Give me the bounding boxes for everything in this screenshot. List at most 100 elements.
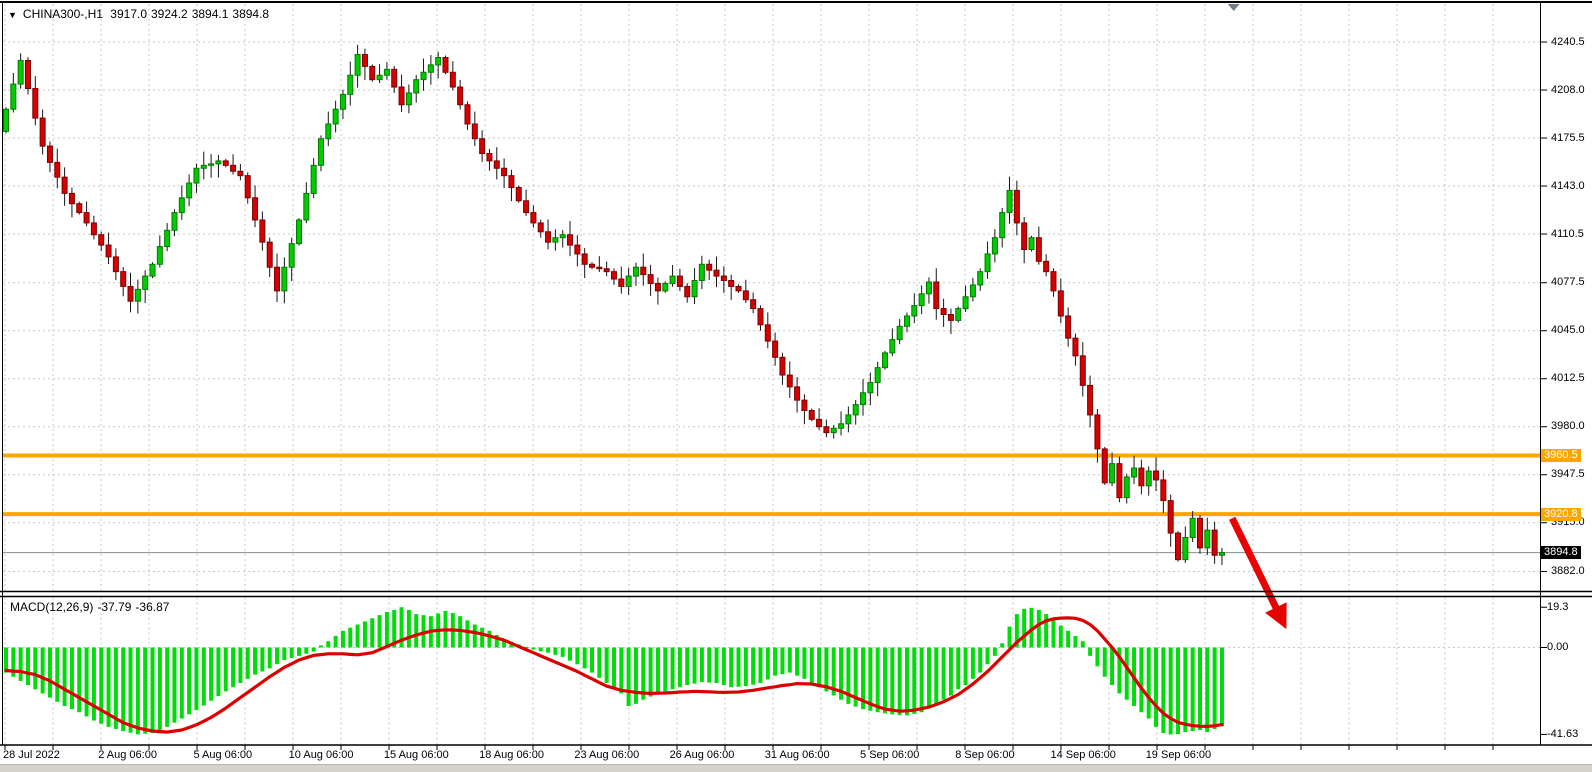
macd-histogram-bar xyxy=(1037,610,1041,648)
candle-body xyxy=(582,254,587,264)
macd-histogram-bar xyxy=(187,648,191,715)
candle-body xyxy=(1088,385,1093,415)
candle-body xyxy=(362,55,367,67)
candle-body xyxy=(25,60,30,88)
macd-histogram-bar xyxy=(77,648,81,713)
time-axis-label: 28 Jul 2022 xyxy=(3,749,60,761)
macd-histogram-bar xyxy=(224,648,228,692)
candle-body xyxy=(1176,533,1181,560)
macd-axis-label: 0.00 xyxy=(1547,641,1568,653)
candle-body xyxy=(729,281,734,287)
macd-histogram-bar xyxy=(817,648,821,688)
candle-body xyxy=(223,161,228,165)
macd-histogram-bar xyxy=(473,625,477,648)
candle-body xyxy=(758,309,763,325)
candle-body xyxy=(655,283,660,290)
candle-body xyxy=(516,187,521,200)
candle-body xyxy=(370,66,375,79)
candle-body xyxy=(890,340,895,353)
candle-body xyxy=(62,177,67,193)
price-axis-label: 4175.5 xyxy=(1551,132,1585,144)
candle-body xyxy=(699,264,704,280)
macd-histogram-bar xyxy=(48,648,52,698)
candle-body xyxy=(802,400,807,410)
price-axis-label: 4012.5 xyxy=(1551,372,1585,384)
candle-body xyxy=(875,368,880,383)
macd-histogram-bar xyxy=(1095,648,1099,667)
candle-body xyxy=(297,220,302,244)
chart-dropdown-arrow[interactable]: ▼ xyxy=(8,10,17,20)
macd-main-value: -37.79 xyxy=(97,600,131,614)
candle-body xyxy=(948,314,953,320)
macd-histogram-bar xyxy=(356,625,360,648)
candle-body xyxy=(663,283,668,290)
candle-body xyxy=(1036,238,1041,262)
macd-axis-label: 19.3 xyxy=(1547,601,1568,613)
macd-histogram-bar xyxy=(634,648,638,704)
candle-body xyxy=(736,286,741,290)
macd-histogram-bar xyxy=(971,648,975,679)
chart-shift-marker-icon[interactable] xyxy=(1228,4,1240,11)
macd-histogram-bar xyxy=(4,648,8,673)
macd-histogram-bar xyxy=(151,648,155,734)
candle-body xyxy=(465,105,470,124)
candle-body xyxy=(245,176,250,198)
candle-body xyxy=(912,306,917,316)
candle-body xyxy=(99,235,104,245)
candle-body xyxy=(1007,190,1012,212)
candle-body xyxy=(1219,553,1224,556)
candle-body xyxy=(253,198,258,220)
candle-body xyxy=(4,109,9,131)
candle-body xyxy=(568,235,573,245)
quote-open: 3917.0 xyxy=(110,7,147,21)
time-axis-label: 19 Sep 06:00 xyxy=(1146,749,1211,761)
price-chart-canvas[interactable] xyxy=(0,0,1592,772)
candle-body xyxy=(611,272,616,279)
candle-body xyxy=(11,84,16,109)
candle-body xyxy=(831,428,836,432)
candle-body xyxy=(443,58,448,73)
candle-body xyxy=(201,165,206,168)
macd-histogram-bar xyxy=(334,636,338,647)
bottom-scroll-strip[interactable] xyxy=(0,764,1592,772)
macd-histogram-bar xyxy=(539,648,543,652)
macd-histogram-bar xyxy=(1220,648,1224,727)
price-axis-label: 4143.0 xyxy=(1551,180,1585,192)
candle-body xyxy=(1095,415,1100,449)
candle-body xyxy=(1168,501,1173,533)
candle-body xyxy=(377,75,382,79)
macd-histogram-bar xyxy=(729,648,733,688)
time-axis-label: 10 Aug 06:00 xyxy=(289,749,354,761)
macd-histogram-bar xyxy=(1125,648,1129,700)
candle-body xyxy=(677,276,682,286)
candle-body xyxy=(472,124,477,139)
macd-histogram-bar xyxy=(744,648,748,687)
time-axis-label: 15 Aug 06:00 xyxy=(384,749,449,761)
macd-histogram-bar xyxy=(1022,609,1026,648)
candle-body xyxy=(546,232,551,242)
candle-body xyxy=(1000,213,1005,238)
candle-body xyxy=(597,267,602,268)
candle-body xyxy=(1080,356,1085,386)
macd-histogram-bar xyxy=(920,648,924,713)
candle-body xyxy=(348,75,353,94)
macd-histogram-bar xyxy=(678,648,682,688)
macd-histogram-bar xyxy=(927,648,931,709)
macd-histogram-bar xyxy=(1008,627,1012,648)
candle-body xyxy=(113,257,118,272)
macd-histogram-bar xyxy=(605,648,609,683)
candle-body xyxy=(69,193,74,203)
macd-histogram-bar xyxy=(41,648,45,694)
macd-histogram-bar xyxy=(370,618,374,647)
macd-histogram-bar xyxy=(407,610,411,648)
macd-histogram-bar xyxy=(773,648,777,676)
macd-histogram-bar xyxy=(1198,648,1202,730)
macd-histogram-bar xyxy=(253,648,257,675)
macd-histogram-bar xyxy=(216,648,220,697)
macd-histogram-bar xyxy=(414,614,418,647)
candle-body xyxy=(1066,316,1071,338)
macd-histogram-bar xyxy=(737,648,741,687)
candle-body xyxy=(406,93,411,105)
macd-histogram-bar xyxy=(143,648,147,734)
macd-histogram-bar xyxy=(890,648,894,715)
